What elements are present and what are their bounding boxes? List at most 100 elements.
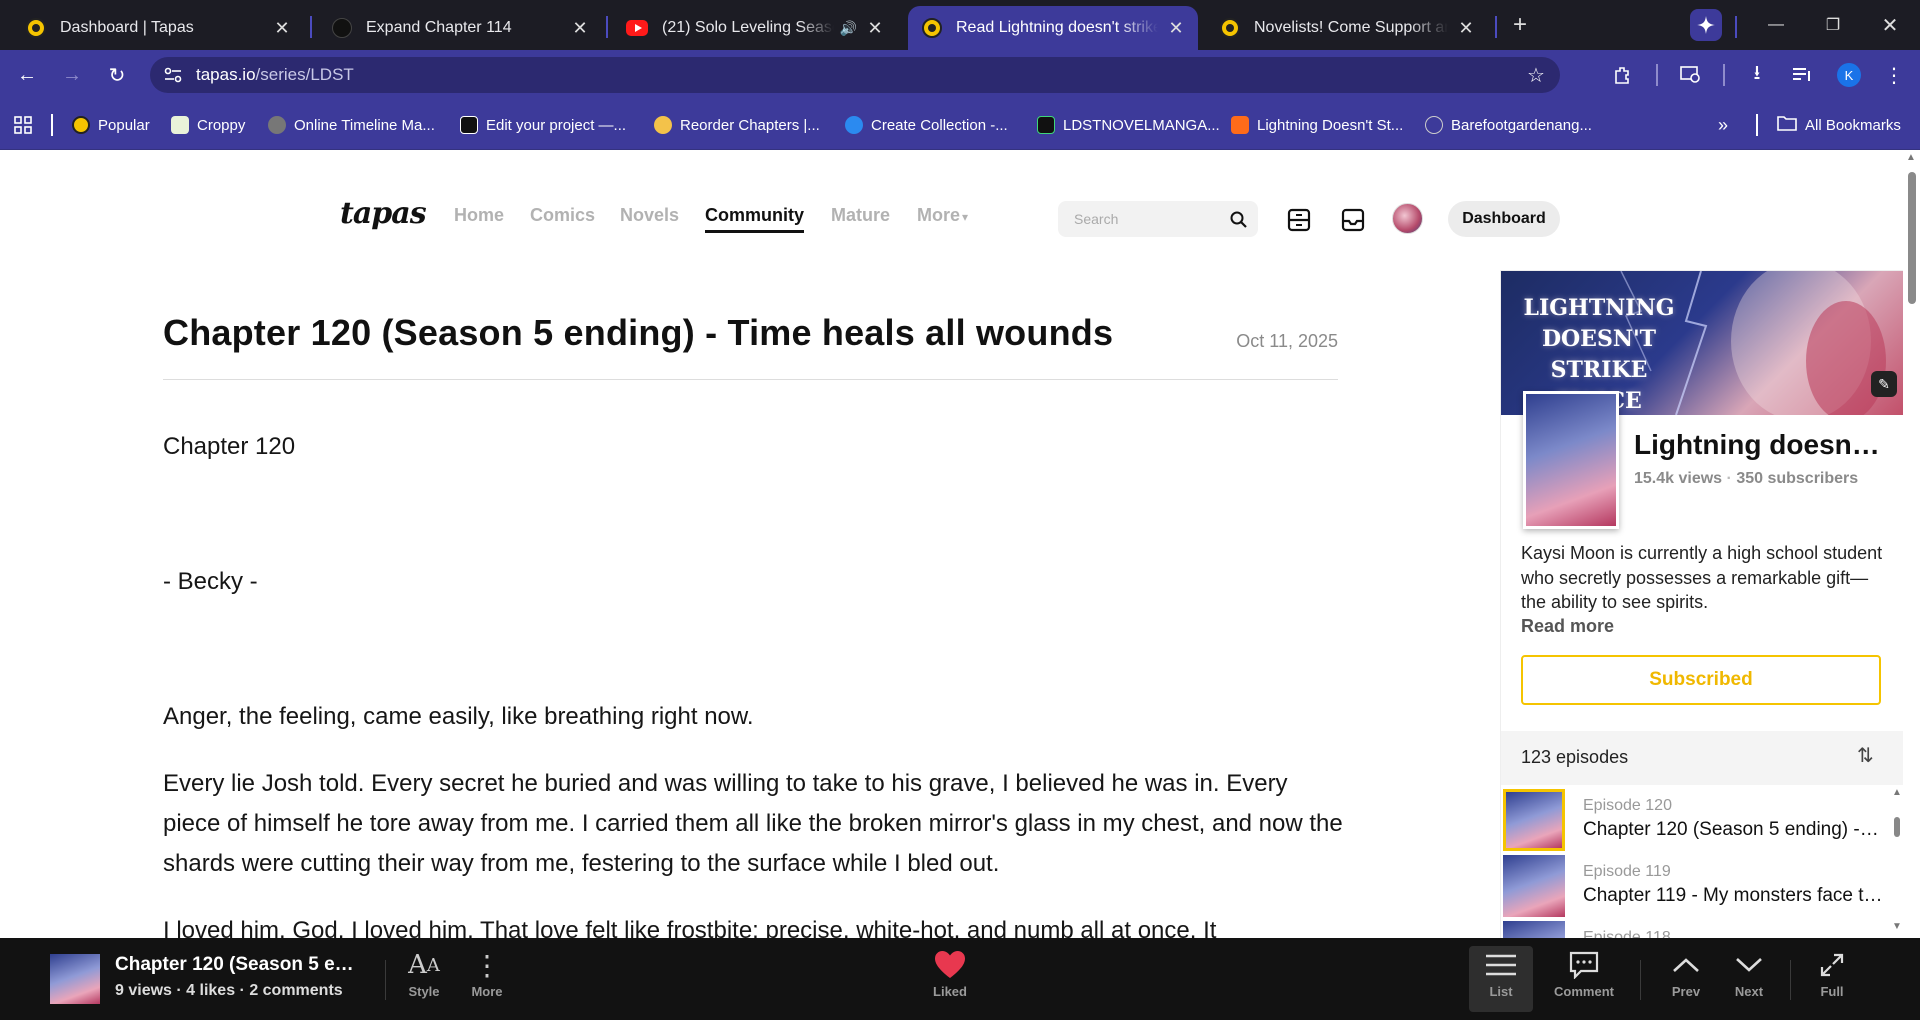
- scroll-down-icon[interactable]: ▼: [1892, 921, 1902, 932]
- tab-dashboard[interactable]: Dashboard | Tapas ✕: [12, 6, 304, 50]
- list-button[interactable]: List: [1469, 946, 1533, 1012]
- nav-community[interactable]: Community: [705, 205, 804, 233]
- url-text[interactable]: tapas.io/series/LDST: [196, 65, 354, 85]
- browser-window: Dashboard | Tapas ✕ Expand Chapter 114 ✕…: [0, 0, 1920, 1020]
- gemini-icon[interactable]: [1690, 9, 1722, 41]
- extensions-icon[interactable]: [1607, 59, 1639, 91]
- dashboard-button[interactable]: Dashboard: [1448, 201, 1560, 237]
- close-icon[interactable]: ✕: [270, 16, 294, 40]
- close-icon[interactable]: ✕: [863, 16, 887, 40]
- series-name[interactable]: Lightning doesn't strike twice: [1634, 429, 1884, 461]
- episode-item[interactable]: Episode 120 Chapter 120 (Season 5 ending…: [1501, 787, 1891, 853]
- window-close-button[interactable]: ✕: [1872, 10, 1908, 40]
- search-input[interactable]: [1058, 201, 1218, 237]
- episode-item[interactable]: Episode 119 Chapter 119 - My monsters fa…: [1501, 853, 1891, 919]
- back-button[interactable]: ←: [11, 59, 43, 91]
- subscribe-button[interactable]: Subscribed: [1521, 655, 1881, 705]
- bookmark-popular[interactable]: Popular: [72, 115, 150, 135]
- reload-button[interactable]: ↻: [101, 59, 133, 91]
- speaker-icon[interactable]: 🔊: [840, 20, 857, 37]
- more-button[interactable]: ⋮ More: [455, 946, 519, 1012]
- scroll-thumb[interactable]: [1908, 172, 1916, 304]
- style-button[interactable]: AA Style: [392, 946, 456, 1012]
- views-count: 9 views: [115, 982, 172, 999]
- series-stats: 15.4k views · 350 subscribers: [1634, 470, 1859, 487]
- tapas-logo[interactable]: tapas: [340, 196, 427, 231]
- nav-home[interactable]: Home: [454, 205, 504, 226]
- bookmark-label: Reorder Chapters |...: [680, 116, 820, 134]
- series-cover[interactable]: [1523, 391, 1619, 529]
- tab-expand-chapter[interactable]: Expand Chapter 114 ✕: [318, 6, 602, 50]
- bookmark-reorder[interactable]: Reorder Chapters |...: [654, 115, 820, 135]
- series-panel: LIGHTNING DOESN'T STRIKE TWICE ✎ Lightni…: [1501, 271, 1903, 1020]
- series-views: 15.4k views: [1634, 470, 1723, 487]
- nav-novels[interactable]: Novels: [620, 205, 679, 226]
- apps-grid-icon[interactable]: [14, 115, 32, 135]
- series-subscribers: 350 subscribers: [1736, 470, 1859, 487]
- browser-toolbar: ← → ↻ tapas.io/series/LDST ☆ ⭳ K ⋮: [0, 50, 1920, 100]
- all-bookmarks-label: All Bookmarks: [1805, 116, 1901, 134]
- series-description: Kaysi Moon is currently a high school st…: [1521, 543, 1883, 612]
- read-more-link[interactable]: Read more: [1521, 616, 1614, 637]
- chapter-date: Oct 11, 2025: [1236, 331, 1338, 351]
- site-info-icon[interactable]: [162, 64, 184, 86]
- close-icon[interactable]: ✕: [1454, 16, 1478, 40]
- nav-more[interactable]: More ▾: [917, 205, 968, 226]
- media-control-icon[interactable]: [1786, 59, 1818, 91]
- scroll-up-icon[interactable]: ▲: [1906, 152, 1916, 163]
- search-icon[interactable]: [1228, 209, 1248, 229]
- episode-list-scrollbar[interactable]: ▲ ▼: [1890, 787, 1903, 937]
- edit-icon[interactable]: ✎: [1871, 371, 1897, 397]
- bookmark-ldstnovelmanga[interactable]: LDSTNOVELMANGA...: [1037, 115, 1220, 135]
- fullscreen-button[interactable]: Full: [1800, 946, 1864, 1012]
- all-bookmarks[interactable]: All Bookmarks: [1777, 115, 1901, 135]
- bookmark-lightning[interactable]: Lightning Doesn't St...: [1231, 115, 1403, 135]
- profile-avatar[interactable]: K: [1833, 59, 1865, 91]
- openai-icon: [332, 18, 352, 38]
- inbox-icon[interactable]: [1339, 206, 1367, 234]
- cast-icon[interactable]: [1675, 59, 1707, 91]
- sort-icon[interactable]: ⇅: [1857, 743, 1874, 768]
- episode-count: 123 episodes: [1521, 747, 1629, 767]
- user-avatar[interactable]: [1392, 203, 1423, 234]
- tab-title: Read Lightning doesn't strike twice: [956, 19, 1158, 36]
- barefoot-icon: [1425, 116, 1443, 134]
- like-button[interactable]: Liked: [918, 946, 982, 1012]
- reader-chapter-title[interactable]: Chapter 120 (Season 5 ending) - Time hea…: [115, 954, 365, 976]
- tab-novelists[interactable]: Novelists! Come Support and Promote ✕: [1206, 6, 1488, 50]
- tab-solo-leveling[interactable]: (21) Solo Leveling Season 2 🔊 ✕: [612, 6, 897, 50]
- close-icon[interactable]: ✕: [568, 16, 592, 40]
- nav-comics[interactable]: Comics: [530, 205, 595, 226]
- bookmark-separator: [51, 114, 53, 136]
- page-scrollbar[interactable]: ▲: [1903, 150, 1920, 1020]
- nav-mature[interactable]: Mature: [831, 205, 890, 226]
- paragraph: - Becky -: [163, 568, 258, 595]
- kebab-menu-icon[interactable]: ⋮: [1878, 59, 1910, 91]
- search-box: [1058, 201, 1258, 237]
- tab-lightning-active[interactable]: Read Lightning doesn't strike twice ✕: [908, 6, 1198, 50]
- tab-title: Dashboard | Tapas: [60, 19, 194, 36]
- next-button[interactable]: Next: [1717, 946, 1781, 1012]
- new-tab-button[interactable]: +: [1502, 10, 1538, 40]
- prev-button[interactable]: Prev: [1654, 946, 1718, 1012]
- toolbar-divider: [385, 960, 386, 1000]
- minimize-button[interactable]: —: [1758, 10, 1794, 40]
- bookmark-croppy[interactable]: Croppy: [171, 115, 245, 135]
- restore-button[interactable]: ❐: [1815, 10, 1851, 40]
- bookmark-edit-project[interactable]: Edit your project —...: [460, 115, 626, 135]
- scroll-thumb[interactable]: [1894, 817, 1900, 837]
- address-bar[interactable]: tapas.io/series/LDST ☆: [150, 57, 1560, 93]
- bookmark-barefoot[interactable]: Barefootgardenang...: [1425, 115, 1592, 135]
- library-icon[interactable]: [1285, 206, 1313, 234]
- scroll-up-icon[interactable]: ▲: [1892, 787, 1902, 798]
- close-icon[interactable]: ✕: [1164, 16, 1188, 40]
- comment-button[interactable]: Comment: [1552, 946, 1616, 1012]
- forward-button[interactable]: →: [56, 59, 88, 91]
- paragraph: Anger, the feeling, came easily, like br…: [163, 703, 754, 730]
- bookmark-collection[interactable]: Create Collection -...: [845, 115, 1008, 135]
- bookmark-timeline[interactable]: Online Timeline Ma...: [268, 115, 435, 135]
- download-icon[interactable]: ⭳: [1741, 59, 1773, 91]
- bookmarks-overflow-icon[interactable]: »: [1718, 115, 1728, 135]
- chapter-thumbnail[interactable]: [50, 954, 100, 1004]
- star-icon[interactable]: ☆: [1524, 63, 1548, 87]
